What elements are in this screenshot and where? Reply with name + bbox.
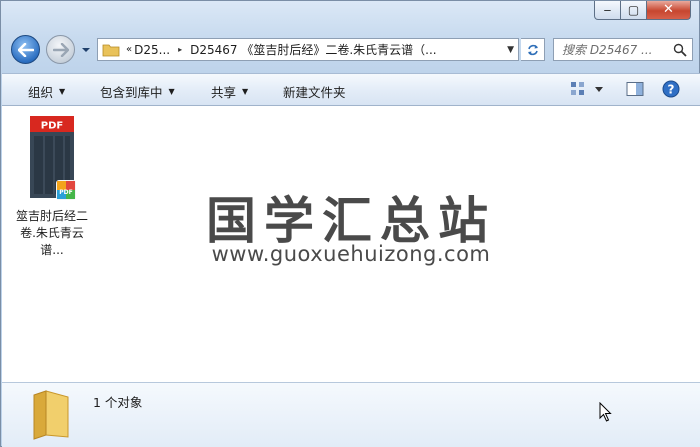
folder-icon-large (33, 390, 69, 440)
share-label: 共享 (211, 85, 237, 100)
item-count: 1 个对象 (93, 395, 143, 410)
file-list-area[interactable]: PDF PDF 筮吉肘后经二 卷.朱氏青云谱... 国学汇总站 www.guox… (2, 106, 700, 382)
share-menu[interactable]: 共享 ▼ (211, 82, 248, 101)
refresh-icon (527, 44, 538, 55)
dropdown-arrow-icon: ▼ (242, 87, 249, 96)
view-dropdown-icon[interactable] (594, 86, 604, 94)
close-icon: ✕ (663, 2, 674, 17)
explorer-window: ‒ ▢ ✕ « D25... ▸ D25467 《筮吉肘后经》二卷.朱氏青云谱（… (0, 0, 700, 447)
view-options-icon[interactable] (570, 81, 586, 97)
breadcrumb-overflow-button[interactable]: « (126, 44, 132, 55)
forward-arrow-icon (52, 42, 69, 57)
watermark-url: www.guoxuehuizong.com (211, 242, 491, 266)
back-arrow-icon (17, 42, 34, 57)
command-bar: 组织 ▼ 包含到库中 ▼ 共享 ▼ 新建文件夹 ? (2, 73, 700, 106)
preview-pane-icon[interactable] (626, 81, 644, 97)
organize-menu[interactable]: 组织 ▼ (28, 82, 65, 101)
address-bar[interactable]: « D25... ▸ D25467 《筮吉肘后经》二卷.朱氏青云谱（... ▼ (97, 38, 519, 61)
minimize-icon: ‒ (603, 3, 612, 17)
dropdown-arrow-icon: ▼ (59, 87, 66, 96)
close-button[interactable]: ✕ (647, 1, 691, 20)
address-history-dropdown[interactable]: ▼ (507, 45, 514, 55)
help-icon[interactable]: ? (662, 80, 680, 98)
maximize-button[interactable]: ▢ (621, 1, 647, 20)
search-icon[interactable] (673, 43, 687, 57)
include-in-library-label: 包含到库中 (100, 85, 163, 100)
new-folder-label: 新建文件夹 (283, 85, 346, 100)
pdf-badge-label: PDF (41, 121, 63, 132)
navigation-bar: « D25... ▸ D25467 《筮吉肘后经》二卷.朱氏青云谱（... ▼ (1, 35, 700, 65)
folder-icon (102, 44, 120, 56)
mouse-cursor-icon (599, 402, 612, 422)
window-controls: ‒ ▢ ✕ (594, 1, 691, 20)
breadcrumb-item-parent[interactable]: D25... (134, 43, 170, 57)
include-in-library-menu[interactable]: 包含到库中 ▼ (100, 82, 175, 101)
details-pane: 1 个对象 (2, 382, 700, 447)
search-input[interactable] (560, 41, 672, 58)
refresh-button[interactable] (521, 38, 545, 61)
recent-pages-dropdown[interactable] (81, 45, 91, 55)
minimize-button[interactable]: ‒ (594, 1, 621, 20)
search-box[interactable] (553, 38, 693, 61)
back-button[interactable] (11, 35, 40, 64)
breadcrumb: « D25... ▸ D25467 《筮吉肘后经》二卷.朱氏青云谱（... (126, 41, 437, 58)
breadcrumb-item-current[interactable]: D25467 《筮吉肘后经》二卷.朱氏青云谱（... (190, 41, 437, 58)
svg-text:?: ? (668, 83, 675, 97)
organize-label: 组织 (28, 85, 54, 100)
new-folder-button[interactable]: 新建文件夹 (283, 82, 346, 101)
breadcrumb-separator-icon[interactable]: ▸ (178, 45, 182, 54)
dropdown-arrow-icon: ▼ (168, 87, 175, 96)
maximize-icon: ▢ (627, 3, 640, 17)
forward-button[interactable] (46, 35, 75, 64)
